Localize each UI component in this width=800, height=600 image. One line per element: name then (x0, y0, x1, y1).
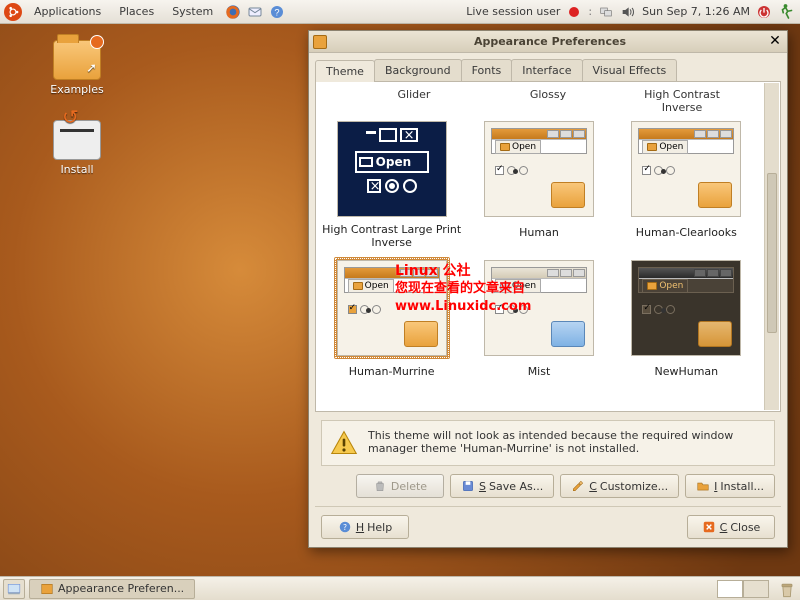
theme-thumbnail: Open (484, 260, 594, 356)
theme-thumbnail: × Open × (337, 121, 447, 217)
warning-message: This theme will not look as intended bec… (321, 420, 775, 466)
top-panel: Applications Places System ? Live sessio… (0, 0, 800, 24)
close-icon (702, 520, 716, 534)
warning-text: This theme will not look as intended bec… (368, 429, 766, 455)
firefox-icon[interactable] (225, 4, 241, 20)
title-bar[interactable]: Appearance Preferences ✕ (309, 31, 787, 53)
theme-thumbnail: Open (631, 121, 741, 217)
drive-icon: ↺ (53, 120, 101, 160)
folder-icon: ➚ (53, 40, 101, 80)
theme-item[interactable]: Open Human (469, 118, 608, 249)
ubuntu-logo-icon (4, 3, 22, 21)
install-button[interactable]: IInstall... (685, 474, 775, 498)
theme-label: Glossy (493, 88, 603, 114)
theme-label: Human-Clearlooks (617, 226, 756, 239)
bottom-panel: Appearance Preferen... (0, 576, 800, 600)
save-icon (461, 479, 475, 493)
theme-thumbnail: Open (337, 260, 447, 356)
theme-thumbnail: Open (631, 260, 741, 356)
record-icon[interactable] (566, 4, 582, 20)
menu-system[interactable]: System (166, 3, 219, 20)
network-icon[interactable] (598, 4, 614, 20)
delete-button: Delete (356, 474, 444, 498)
theme-label: Human-Murrine (322, 365, 461, 378)
desktop-icon-examples[interactable]: ➚ Examples (42, 40, 112, 96)
help-button[interactable]: ? HHelp (321, 515, 409, 539)
window-icon (40, 582, 54, 596)
theme-scrollbar[interactable] (764, 83, 779, 410)
logout-icon[interactable] (778, 3, 796, 21)
desktop-icon-label: Examples (42, 83, 112, 96)
save-as-button[interactable]: SSave As... (450, 474, 554, 498)
folder-icon (696, 479, 710, 493)
tab-fonts[interactable]: Fonts (461, 59, 513, 81)
themes-pane: Glider Glossy High Contrast Inverse × Op… (315, 82, 781, 412)
help-icon: ? (338, 520, 352, 534)
window-title: Appearance Preferences (333, 35, 767, 48)
evolution-icon[interactable] (247, 4, 263, 20)
window-icon (313, 35, 327, 49)
trash-icon (373, 479, 387, 493)
tab-background[interactable]: Background (374, 59, 462, 81)
svg-text:?: ? (343, 523, 347, 532)
show-desktop-button[interactable] (3, 579, 25, 599)
appearance-preferences-dialog: Appearance Preferences ✕ Theme Backgroun… (308, 30, 788, 548)
theme-label: NewHuman (617, 365, 756, 378)
svg-text:?: ? (275, 7, 280, 17)
trash-icon[interactable] (777, 580, 797, 598)
theme-item[interactable]: Open Human-Clearlooks (617, 118, 756, 249)
menu-places[interactable]: Places (113, 3, 160, 20)
theme-label: High Contrast Large Print Inverse (322, 223, 461, 249)
shutdown-icon[interactable] (756, 4, 772, 20)
desktop-icon-label: Install (42, 163, 112, 176)
theme-item[interactable]: Open Human-Murrine (322, 257, 461, 378)
theme-item[interactable]: Open Mist (469, 257, 608, 378)
menu-applications[interactable]: Applications (28, 3, 107, 20)
volume-icon[interactable] (620, 4, 636, 20)
taskbar-task[interactable]: Appearance Preferen... (29, 579, 195, 599)
workspace-switcher[interactable] (717, 580, 769, 598)
theme-item[interactable]: Open NewHuman (617, 257, 756, 378)
tab-visual-effects[interactable]: Visual Effects (582, 59, 678, 81)
theme-label: High Contrast Inverse (627, 88, 737, 114)
edit-icon (571, 479, 585, 493)
close-button[interactable]: CClose (687, 515, 775, 539)
theme-label: Mist (469, 365, 608, 378)
theme-label: Glider (359, 88, 469, 114)
theme-label: Human (469, 226, 608, 239)
warning-icon (330, 429, 358, 457)
help-icon[interactable]: ? (269, 4, 285, 20)
customize-button[interactable]: CCustomize... (560, 474, 679, 498)
clock[interactable]: Sun Sep 7, 1:26 AM (642, 5, 750, 18)
desktop-icon-install[interactable]: ↺ Install (42, 120, 112, 176)
tab-interface[interactable]: Interface (511, 59, 582, 81)
user-label[interactable]: Live session user (466, 5, 560, 18)
theme-thumbnail: Open (484, 121, 594, 217)
tab-bar: Theme Background Fonts Interface Visual … (315, 59, 781, 82)
tab-theme[interactable]: Theme (315, 60, 375, 82)
theme-item[interactable]: × Open × High Contrast Large Print Inver… (322, 118, 461, 249)
close-icon[interactable]: ✕ (767, 34, 783, 50)
